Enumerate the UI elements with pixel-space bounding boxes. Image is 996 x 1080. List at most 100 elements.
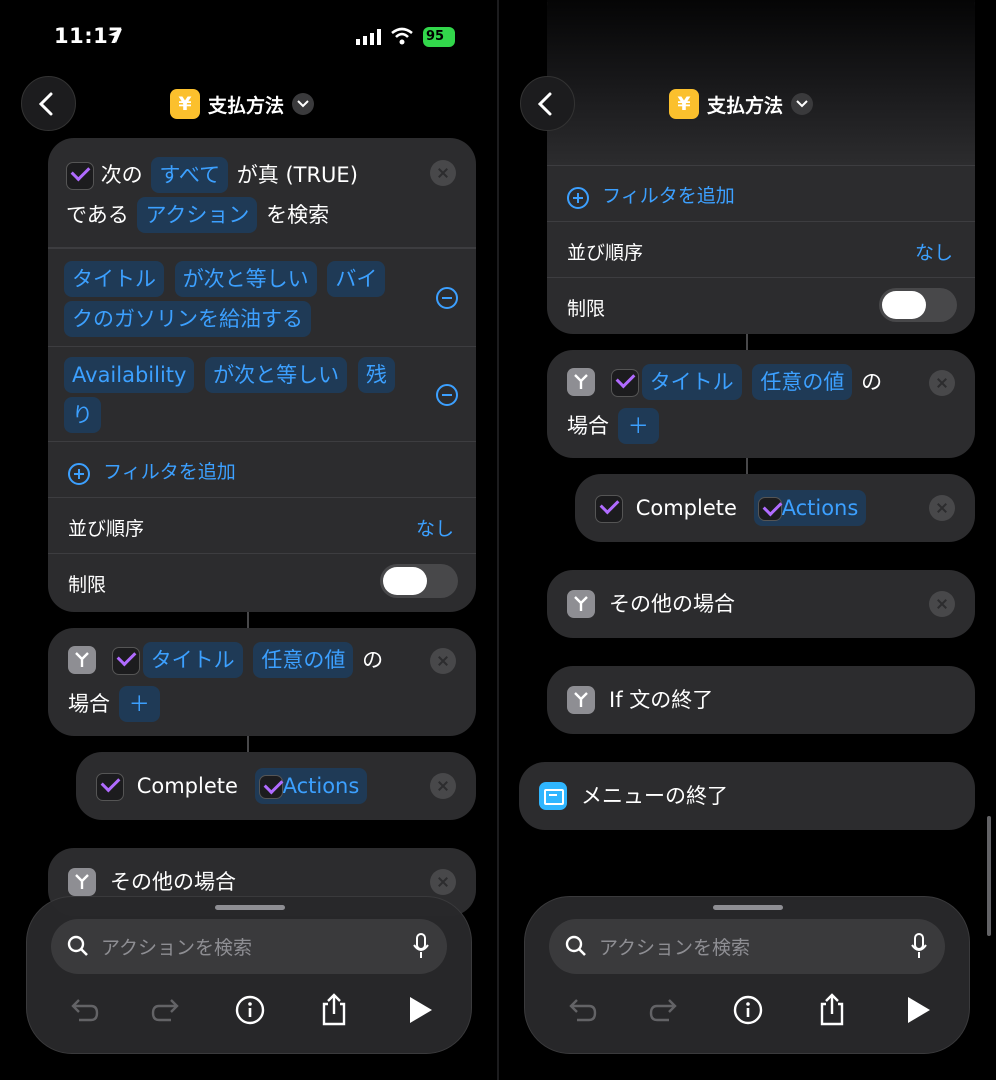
complete-label: Complete [136, 774, 238, 798]
info-icon[interactable] [730, 992, 766, 1028]
token-actions[interactable]: Actions [254, 768, 368, 804]
chevron-down-icon [791, 93, 814, 115]
shortcut-title-menu[interactable]: ¥ 支払方法 [170, 88, 315, 120]
shortcut-title: 支払方法 [208, 94, 285, 117]
flow-connector [746, 458, 748, 474]
token-title[interactable]: タイトル [142, 642, 243, 678]
token-title[interactable]: タイトル [641, 364, 742, 400]
redo-icon[interactable] [647, 992, 683, 1028]
action-search-field[interactable]: アクションを検索 [51, 919, 447, 974]
actions-app-icon [595, 495, 623, 523]
search-placeholder: アクションを検索 [599, 937, 751, 959]
filter-operator-token[interactable]: が次と等しい [205, 357, 348, 393]
limit-toggle[interactable] [380, 564, 458, 598]
add-condition-button[interactable]: ＋ [617, 408, 659, 444]
microphone-icon[interactable] [911, 933, 927, 959]
if-branch-icon [68, 646, 96, 674]
filter-field-token[interactable]: タイトル [64, 261, 164, 297]
sort-value[interactable]: なし [915, 238, 953, 265]
actions-variable-icon [258, 775, 283, 799]
action-search-field[interactable]: アクションを検索 [549, 919, 945, 974]
if-label-of: の [861, 370, 883, 394]
complete-card: Complete Actions [575, 474, 975, 542]
token-all[interactable]: すべて [151, 157, 229, 193]
add-filter-label: フィルタを追加 [103, 461, 236, 483]
add-filter-row[interactable]: フィルタを追加 [48, 442, 476, 498]
sort-row[interactable]: 並び順序 なし [48, 498, 476, 554]
back-button[interactable] [21, 76, 76, 131]
undo-icon[interactable] [563, 992, 599, 1028]
play-icon[interactable] [899, 992, 935, 1028]
microphone-icon[interactable] [413, 933, 429, 959]
limit-row: 制限 [547, 278, 975, 334]
token-any-value[interactable]: 任意の値 [253, 642, 354, 678]
filter-operator-token[interactable]: が次と等しい [174, 261, 317, 297]
remove-action-button[interactable] [929, 591, 955, 617]
end-if-card: If 文の終了 [547, 666, 975, 734]
filter-value-token-cont[interactable]: クのガソリンを給油する [64, 301, 311, 337]
sort-value[interactable]: なし [416, 514, 454, 541]
filter-value-token[interactable]: バイ [327, 261, 386, 297]
filter-row-title: タイトル が次と等しい バイ クのガソリンを給油する [48, 249, 476, 347]
find-actions-card: 次の すべて が真 (TRUE) である アクション を検索 タイトル が次と等… [48, 138, 476, 612]
location-arrow-icon [108, 29, 122, 43]
yen-icon: ¥ [669, 89, 699, 119]
yen-icon: ¥ [170, 89, 200, 119]
chevron-down-icon [292, 93, 315, 115]
end-menu-card: メニューの終了 [519, 762, 975, 830]
filter-value-token[interactable]: 残 [357, 357, 395, 393]
bottom-toolbar: アクションを検索 [524, 896, 970, 1054]
sheet-grabber[interactable] [215, 905, 285, 910]
otherwise-label: その他の場合 [609, 592, 735, 616]
wifi-icon [391, 27, 413, 45]
share-icon[interactable] [316, 992, 352, 1028]
remove-action-button[interactable] [929, 495, 955, 521]
token-any-value[interactable]: 任意の値 [752, 364, 853, 400]
editor-tools [27, 992, 473, 1032]
filter-row-availability: Availability が次と等しい 残 り [48, 347, 476, 442]
flow-connector [247, 612, 249, 628]
shortcut-title: 支払方法 [707, 94, 784, 117]
actions-variable-icon [757, 497, 782, 521]
remove-filter-icon[interactable] [436, 287, 458, 309]
undo-icon[interactable] [65, 992, 101, 1028]
add-filter-icon [68, 462, 90, 485]
add-filter-row[interactable]: フィルタを追加 [547, 166, 975, 222]
token-actions[interactable]: Actions [753, 490, 867, 526]
add-condition-button[interactable]: ＋ [118, 686, 160, 722]
sort-label: 並び順序 [68, 518, 145, 540]
if-card: タイトル 任意の値 の 場合 ＋ [547, 350, 975, 458]
if-label-case: 場合 [68, 692, 110, 716]
info-icon[interactable] [232, 992, 268, 1028]
scroll-indicator[interactable] [987, 816, 991, 936]
share-icon[interactable] [814, 992, 850, 1028]
otherwise-branch-icon [68, 868, 96, 896]
remove-action-button[interactable] [430, 648, 456, 674]
remove-action-button[interactable] [430, 160, 456, 186]
play-icon[interactable] [401, 992, 437, 1028]
remove-action-button[interactable] [929, 370, 955, 396]
actions-app-icon [96, 773, 124, 801]
redo-icon[interactable] [149, 992, 185, 1028]
shortcut-title-menu[interactable]: ¥ 支払方法 [669, 88, 814, 120]
find-label-search: を検索 [266, 203, 330, 227]
if-label-of: の [362, 648, 384, 672]
filter-field-token[interactable]: Availability [64, 357, 195, 393]
limit-label: 制限 [68, 574, 107, 596]
find-label-is: である [66, 203, 129, 227]
limit-toggle[interactable] [879, 288, 957, 322]
otherwise-branch-icon [567, 590, 595, 618]
sheet-grabber[interactable] [713, 905, 783, 910]
filter-row-availability [547, 0, 975, 166]
otherwise-card: その他の場合 [547, 570, 975, 638]
filter-value-token-cont[interactable]: り [64, 397, 101, 433]
if-label-case: 場合 [567, 414, 609, 438]
sort-row[interactable]: 並び順序 なし [547, 222, 975, 278]
remove-filter-icon[interactable] [436, 384, 458, 406]
remove-action-button[interactable] [430, 773, 456, 799]
flow-connector [746, 334, 748, 350]
token-action[interactable]: アクション [137, 197, 258, 233]
back-button[interactable] [520, 76, 575, 131]
remove-action-button[interactable] [430, 869, 456, 895]
search-placeholder: アクションを検索 [101, 937, 253, 959]
